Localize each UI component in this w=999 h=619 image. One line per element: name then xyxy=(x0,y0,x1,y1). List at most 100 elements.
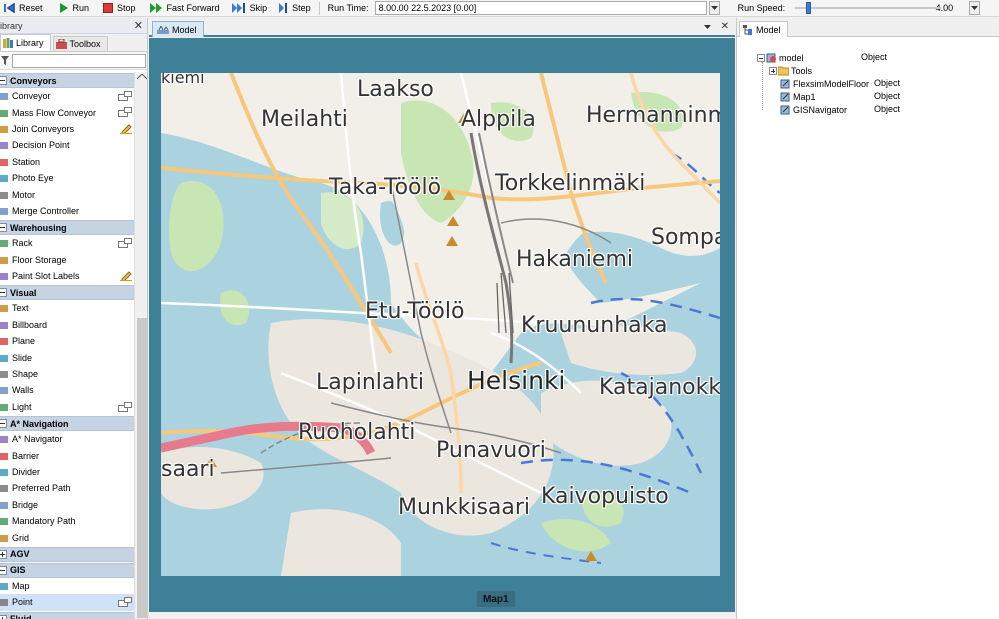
category-conveyors[interactable]: Conveyors xyxy=(0,73,134,88)
run-time-field[interactable]: 8.00.00 22.5.2023 [0.00] xyxy=(374,1,707,15)
edit-pencil-icon[interactable] xyxy=(120,271,132,283)
collapse-icon[interactable] xyxy=(0,76,7,85)
library-item-preferred-path[interactable]: Preferred Path xyxy=(0,480,134,496)
library-item-label: Divider xyxy=(12,467,41,477)
library-item-a-navigator[interactable]: A* Navigator xyxy=(0,431,134,447)
library-item-plane[interactable]: Plane xyxy=(0,333,134,349)
run-time-dropdown-button[interactable] xyxy=(708,1,720,15)
library-panel: ibrary ✕ Library Toolbox Conveyors Convey… xyxy=(0,18,148,619)
tab-model-view[interactable]: Model xyxy=(152,21,204,37)
map-name-label[interactable]: Map1 xyxy=(477,591,515,607)
collapse-icon[interactable] xyxy=(0,288,7,298)
library-scrollbar-thumb[interactable] xyxy=(137,318,147,618)
tree-node-flexsimmodelfloor[interactable]: FlexsimModelFloor xyxy=(780,77,869,90)
gis-map[interactable]: Laakso kiemi Meilahti Alppila Hermanninm… xyxy=(161,73,720,576)
tree-node-type: Object xyxy=(874,104,901,114)
tree-node-tools[interactable]: Tools xyxy=(769,64,812,77)
library-item-mandatory-path[interactable]: Mandatory Path xyxy=(0,513,134,529)
tab-library[interactable]: Library xyxy=(0,34,51,51)
map-label-lapinlahti: Lapinlahti xyxy=(316,370,425,395)
library-item-merge-controller[interactable]: Merge Controller xyxy=(0,203,134,219)
library-item-join-conveyors[interactable]: Join Conveyors xyxy=(0,121,134,137)
motor-icon xyxy=(0,189,9,201)
library-scrollbar[interactable] xyxy=(134,72,147,619)
category-label: Conveyors xyxy=(10,75,57,86)
run-time-label: Run Time: xyxy=(327,3,369,13)
library-item-slide[interactable]: Slide xyxy=(0,349,134,365)
skip-button[interactable]: Skip xyxy=(228,1,272,16)
tree-node-model[interactable]: model xyxy=(757,51,804,64)
tree-node-label: model xyxy=(779,52,804,63)
library-item-label: Rack xyxy=(12,238,33,249)
map-label-hermanninmaki: Hermanninmäki xyxy=(586,103,720,128)
close-library-button[interactable]: ✕ xyxy=(134,19,143,32)
library-item-paint-slot-labels[interactable]: Paint Slot Labels xyxy=(0,268,134,284)
library-item-point[interactable]: Point xyxy=(0,594,134,611)
collapse-icon[interactable] xyxy=(0,565,7,575)
step-button[interactable]: Step xyxy=(275,1,315,16)
library-item-photo-eye[interactable]: Photo Eye xyxy=(0,170,134,186)
collapse-toggle[interactable] xyxy=(757,53,765,62)
object-icon xyxy=(780,79,790,89)
library-icon xyxy=(3,38,13,48)
map-icon xyxy=(0,580,9,592)
library-search-input[interactable] xyxy=(12,53,146,68)
expand-icon[interactable] xyxy=(0,549,7,559)
category-agv[interactable]: AGV xyxy=(0,546,134,562)
library-item-label: Bridge xyxy=(12,499,39,510)
tree-node-label: Tools xyxy=(791,65,813,76)
scroll-up-icon[interactable] xyxy=(137,74,147,80)
drag-handle-icon[interactable] xyxy=(118,238,132,250)
library-item-floor-storage[interactable]: Floor Storage xyxy=(0,252,134,268)
library-item-mass-flow-conveyor[interactable]: Mass Flow Conveyor xyxy=(0,104,134,120)
expand-icon[interactable] xyxy=(0,614,7,619)
tree-node-type: Object xyxy=(861,52,888,62)
map-label-hakaniemi: Hakaniemi xyxy=(516,247,633,272)
library-item-shape[interactable]: Shape xyxy=(0,366,134,382)
library-item-divider[interactable]: Divider xyxy=(0,464,134,480)
drag-handle-icon[interactable] xyxy=(118,107,132,119)
library-item-motor[interactable]: Motor xyxy=(0,186,134,202)
drag-handle-icon[interactable] xyxy=(118,401,132,414)
library-item-map[interactable]: Map xyxy=(0,578,134,594)
tab-model-tree[interactable]: Model xyxy=(739,21,788,37)
category-gis[interactable]: GIS xyxy=(0,562,134,578)
slider-thumb[interactable] xyxy=(806,2,812,14)
reset-button[interactable]: Reset xyxy=(0,1,47,16)
close-view-button[interactable]: ✕ xyxy=(721,21,729,32)
run-speed-dropdown-button[interactable] xyxy=(969,1,981,15)
library-item-conveyor[interactable]: Conveyor xyxy=(0,88,134,104)
run-button[interactable]: Run xyxy=(55,1,94,16)
library-item-walls[interactable]: Walls xyxy=(0,382,134,398)
tree-node-map1[interactable]: Map1 xyxy=(780,90,816,103)
expand-toggle[interactable] xyxy=(769,66,777,75)
collapse-icon[interactable] xyxy=(0,223,7,233)
tab-list-icon[interactable] xyxy=(703,25,711,30)
library-item-barrier[interactable]: Barrier xyxy=(0,447,134,463)
3d-view[interactable]: Laakso kiemi Meilahti Alppila Hermanninm… xyxy=(149,38,735,619)
chevron-down-icon xyxy=(710,5,718,10)
library-item-rack[interactable]: Rack xyxy=(0,235,134,251)
fast-forward-button[interactable]: Fast Forward xyxy=(146,1,224,16)
category-fluid[interactable]: Fluid xyxy=(0,611,134,619)
library-item-grid[interactable]: Grid xyxy=(0,529,134,545)
category-visual[interactable]: Visual xyxy=(0,285,134,301)
map-label-kruununhaka: Kruununhaka xyxy=(521,313,668,338)
stop-button[interactable]: Stop xyxy=(99,1,140,16)
library-item-text[interactable]: Text xyxy=(0,300,134,316)
library-item-station[interactable]: Station xyxy=(0,154,134,170)
drag-handle-icon[interactable] xyxy=(118,91,132,103)
library-item-bridge[interactable]: Bridge xyxy=(0,497,134,513)
edit-pencil-icon[interactable] xyxy=(120,124,132,136)
library-item-light[interactable]: Light xyxy=(0,399,134,415)
library-item-decision-point[interactable]: Decision Point xyxy=(0,137,134,153)
run-speed-slider[interactable] xyxy=(793,1,943,15)
step-label: Step xyxy=(292,3,311,13)
drag-handle-icon[interactable] xyxy=(118,597,132,609)
collapse-icon[interactable] xyxy=(0,419,7,429)
category-a-navigation[interactable]: A* Navigation xyxy=(0,416,134,432)
library-item-billboard[interactable]: Billboard xyxy=(0,317,134,333)
category-warehousing[interactable]: Warehousing xyxy=(0,220,134,236)
tab-toolbox[interactable]: Toolbox xyxy=(52,36,108,51)
tree-node-gisnavigator[interactable]: GISNavigator xyxy=(780,103,847,116)
